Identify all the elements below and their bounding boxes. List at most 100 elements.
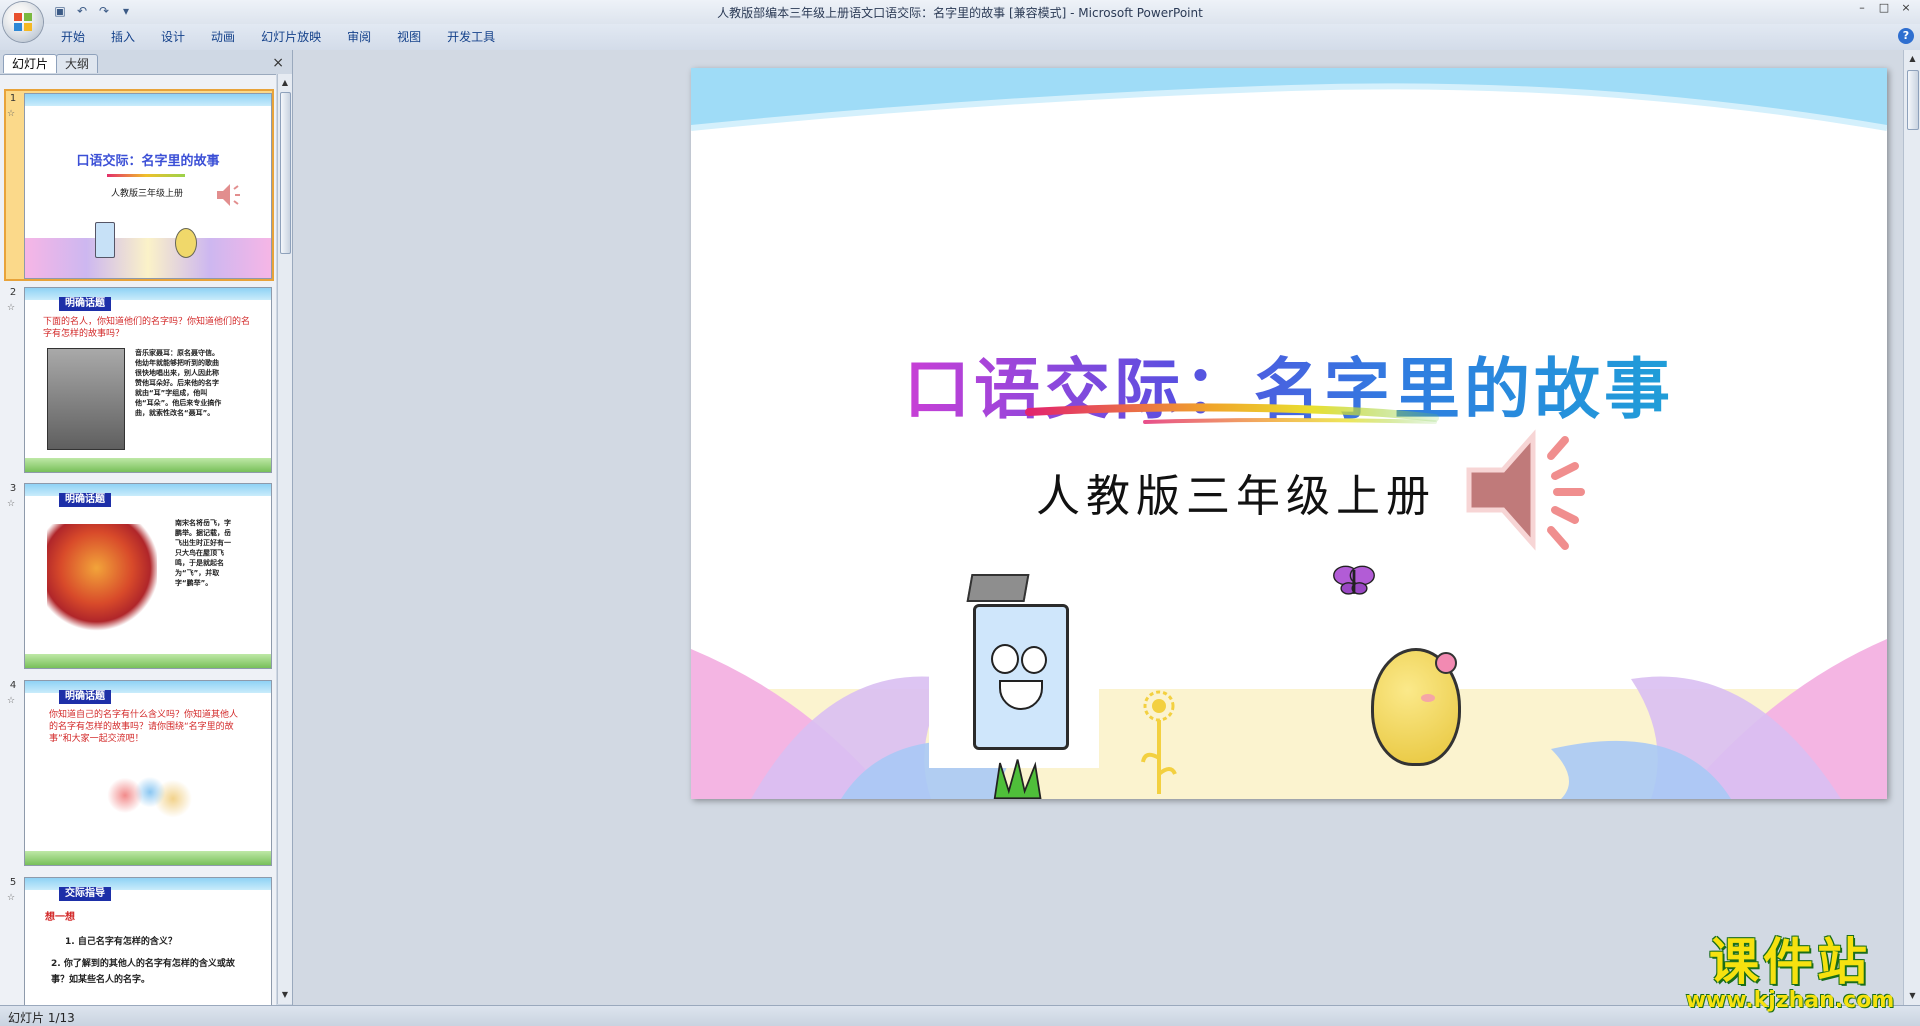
tab-review[interactable]: 审阅 [334,29,384,45]
slide-number: 2 [9,287,17,298]
tab-developer[interactable]: 开发工具 [434,29,508,45]
scroll-up-icon[interactable]: ▲ [280,77,290,89]
office-logo-icon [14,13,32,31]
scrollbar-thumb[interactable] [1907,70,1919,130]
ribbon-tab-bar: 开始 插入 设计 动画 幻灯片放映 审阅 视图 开发工具 ? [0,24,1920,51]
thumb-caption: 音乐家聂耳：原名聂守信。他幼年就能够把听到的歌曲很快地唱出来，别人因此称赞他耳朵… [135,349,222,417]
slide-number: 4 [9,680,17,691]
thumb-label: 明确话题 [59,297,111,311]
thumb-subtitle: 人教版三年级上册 [111,189,184,199]
pane-tabs: 大纲 幻灯片 × [0,53,292,73]
tab-animation[interactable]: 动画 [198,29,248,45]
watermark-line-2: www.kjzhan.com [1685,988,1895,1013]
animation-star-icon: ☆ [7,303,16,313]
tab-outline[interactable]: 大纲 [56,54,99,73]
thumb-portrait [47,348,125,450]
sunflower-icon [1141,690,1177,794]
title-bar: ▣ ↶ ↷ ▾ 人教版部编本三年级上册语文口语交际：名字里的故事 [兼容模式] … [0,0,1920,24]
slide-thumbnail-1[interactable]: 1 ☆ 口语交际：名字里的故事 人教版三年级上册 [4,89,274,281]
minimize-button[interactable]: – [1852,0,1872,16]
slide-number: 3 [9,483,17,494]
thumb-book-character [95,222,115,258]
thumbnail-preview: 明确话题 下面的名人，你知道他们的名字吗？你知道他们的名字有怎样的故事吗？ 音乐… [24,287,272,473]
scroll-up-icon[interactable]: ▲ [1907,53,1918,65]
slide-thumbnail-3[interactable]: 3 ☆ 明确话题 南宋名将岳飞，字鹏举。据记载，岳飞出生时正好有一只大鸟在屋顶飞… [6,481,272,669]
animation-star-icon: ☆ [7,109,16,119]
help-icon[interactable]: ? [1898,28,1914,44]
thumbnail-preview: 口语交际：名字里的故事 人教版三年级上册 [24,93,272,279]
book-eye-left [991,644,1019,674]
thumb-item-1: 1. 自己名字有怎样的含义？ [65,937,177,947]
thumbnail-preview: 明确话题 南宋名将岳飞，字鹏举。据记载，岳飞出生时正好有一只大鸟在屋顶飞鸣，于是… [24,483,272,669]
thumb-label: 明确话题 [59,493,111,507]
watermark-logo: 课件站 www.kjzhan.com [1670,935,1910,1013]
thumb-question: 你知道自己的名字有什么含义吗？你知道其他人的名字有怎样的故事吗？请你围绕“名字里… [49,710,239,744]
slides-pane: 大纲 幻灯片 × 1 ☆ 口语交际：名字里的故事 人教版三年级上册 2 ☆ 明确… [0,50,293,1005]
book-hat [966,574,1030,602]
speaker-icon [217,184,240,206]
slide-canvas[interactable]: 口语交际：名字里的故事 人教版三年级上册 [691,68,1887,799]
thumb-title: 口语交际：名字里的故事 [76,154,220,169]
tab-slideshow[interactable]: 幻灯片放映 [248,29,334,45]
animation-star-icon: ☆ [7,696,16,706]
grass-icon [993,759,1042,799]
thumb-question: 下面的名人，你知道他们的名字吗？你知道他们的名字有怎样的故事吗？ [43,317,251,339]
slide-thumbnail-5[interactable]: 5 ☆ 交际指导 想一想 1. 自己名字有怎样的含义？ 2. 你了解到的其他人的… [6,875,272,1005]
ribbon-tabs: 开始 插入 设计 动画 幻灯片放映 审阅 视图 开发工具 [48,29,508,45]
tab-view[interactable]: 视图 [384,29,434,45]
window-controls: – □ × [1852,0,1916,16]
slide-subtitle[interactable]: 人教版三年级上册 [1036,460,1436,524]
thumb-label: 明确话题 [59,690,111,704]
thumb-grass [25,851,271,865]
pear-cheek [1421,694,1435,702]
thumb-heading: 想一想 [45,912,75,923]
thumbnail-preview: 明确话题 你知道自己的名字有什么含义吗？你知道其他人的名字有怎样的故事吗？请你围… [24,680,272,866]
watermark-line-1: 课件站 [1709,933,1871,991]
thumb-item-2: 2. 你了解到的其他人的名字有怎样的含义或故事？如某些名人的名字。 [51,959,235,985]
slide-number: 5 [9,877,17,888]
thumb-top-band [25,94,271,106]
thumb-children-illustration [95,769,195,835]
slide-number: 1 [9,93,17,104]
speaker-icon[interactable] [1461,426,1601,556]
thumb-label: 交际指导 [59,887,111,901]
status-bar: 幻灯片 1/13 [0,1005,1920,1026]
animation-star-icon: ☆ [7,499,16,509]
thumb-caption: 南宋名将岳飞，字鹏举。据记载，岳飞出生时正好有一只大鸟在屋顶飞鸣，于是就起名为“… [175,519,231,587]
thumb-stroke [107,174,185,177]
book-body [973,604,1069,750]
slide-scrollbar[interactable]: ▲ ▼ [1903,50,1920,1005]
office-button[interactable] [3,2,43,42]
pear-flower [1435,652,1457,674]
top-wave-decoration [691,68,1887,131]
tab-design[interactable]: 设计 [148,29,198,45]
tab-insert[interactable]: 插入 [98,29,148,45]
slide-thumbnail-2[interactable]: 2 ☆ 明确话题 下面的名人，你知道他们的名字吗？你知道他们的名字有怎样的故事吗… [6,285,272,473]
bottom-petal-decoration [691,639,1887,799]
animation-star-icon: ☆ [7,893,16,903]
tab-slides[interactable]: 幻灯片 [3,54,58,73]
slide-indicator: 幻灯片 1/13 [8,1011,75,1025]
slide-editing-area: 口语交际：名字里的故事 人教版三年级上册 [293,50,1903,1005]
tab-home[interactable]: 开始 [48,29,98,45]
close-pane-icon[interactable]: × [272,55,284,71]
pear-character [1361,638,1471,778]
rainbow-brush-stroke [1025,403,1439,424]
thumb-grass [25,654,271,668]
slide-thumbnail-4[interactable]: 4 ☆ 明确话题 你知道自己的名字有什么含义吗？你知道其他人的名字有怎样的故事吗… [6,678,272,866]
butterfly-icon [1333,565,1375,595]
book-eye-right [1021,646,1047,674]
window-title: 人教版部编本三年级上册语文口语交际：名字里的故事 [兼容模式] - Micros… [717,6,1203,20]
thumbnail-list: 1 ☆ 口语交际：名字里的故事 人教版三年级上册 2 ☆ 明确话题 下面的名人，… [0,74,276,1005]
scrollbar-thumb[interactable] [280,92,291,254]
maximize-button[interactable]: □ [1874,0,1894,16]
scroll-down-icon[interactable]: ▼ [280,989,290,1001]
close-button[interactable]: × [1896,0,1916,16]
thumbnail-scrollbar[interactable]: ▲ ▼ [277,74,292,1004]
thumb-pear-character [175,228,197,258]
thumb-grass [25,458,271,472]
thumbnail-preview: 交际指导 想一想 1. 自己名字有怎样的含义？ 2. 你了解到的其他人的名字有怎… [24,877,272,1005]
thumb-general-illustration [47,524,157,634]
thumb-bottom-petals [25,238,271,278]
book-character [929,568,1099,768]
